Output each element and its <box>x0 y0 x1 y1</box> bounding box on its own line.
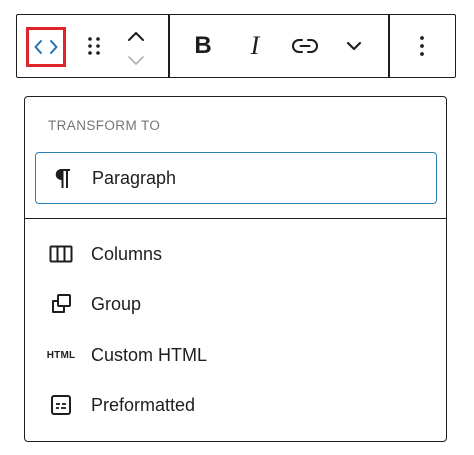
transform-option-preformatted[interactable]: Preformatted <box>35 383 437 427</box>
code-icon <box>34 40 58 54</box>
transform-option-label: Columns <box>91 243 163 264</box>
transform-option-columns[interactable]: Columns <box>35 232 437 276</box>
bold-label: B <box>194 32 212 59</box>
link-button[interactable] <box>285 15 325 77</box>
transform-dropdown: TRANSFORM TO Paragraph Columns Group HTM… <box>24 96 447 442</box>
transform-button[interactable] <box>26 27 66 67</box>
italic-label: I <box>250 31 260 60</box>
drag-handle[interactable] <box>81 15 107 77</box>
transform-option-label: Paragraph <box>92 167 177 188</box>
options-button[interactable] <box>407 15 437 77</box>
html-icon-text: HTML <box>46 349 76 361</box>
transform-option-paragraph[interactable]: Paragraph <box>35 152 437 204</box>
toolbar-separator <box>168 15 170 77</box>
more-formatting-button[interactable] <box>339 15 369 77</box>
pilcrow-icon <box>49 165 75 191</box>
transform-option-label: Group <box>91 293 142 314</box>
group-icon <box>48 291 74 317</box>
html-icon: HTML <box>46 342 76 368</box>
transform-option-group[interactable]: Group <box>35 282 437 326</box>
italic-button[interactable]: I <box>237 15 273 77</box>
transform-option-label: Preformatted <box>91 394 196 415</box>
link-icon <box>292 39 318 53</box>
chevron-down-icon <box>128 56 144 65</box>
more-vertical-icon <box>420 36 424 56</box>
columns-icon <box>48 241 74 267</box>
transform-heading: TRANSFORM TO <box>48 118 161 133</box>
transform-option-label: Custom HTML <box>91 344 208 365</box>
chevron-down-icon <box>346 41 362 51</box>
chevron-up-icon <box>128 32 144 41</box>
bold-button[interactable]: B <box>185 15 221 77</box>
block-toolbar: B I <box>16 14 456 78</box>
preformatted-icon <box>48 392 74 418</box>
toolbar-separator <box>388 15 390 77</box>
transform-option-custom-html[interactable]: HTML Custom HTML <box>35 333 437 377</box>
menu-divider <box>25 218 446 219</box>
move-down-button[interactable] <box>121 46 151 76</box>
drag-handle-icon <box>88 37 100 55</box>
